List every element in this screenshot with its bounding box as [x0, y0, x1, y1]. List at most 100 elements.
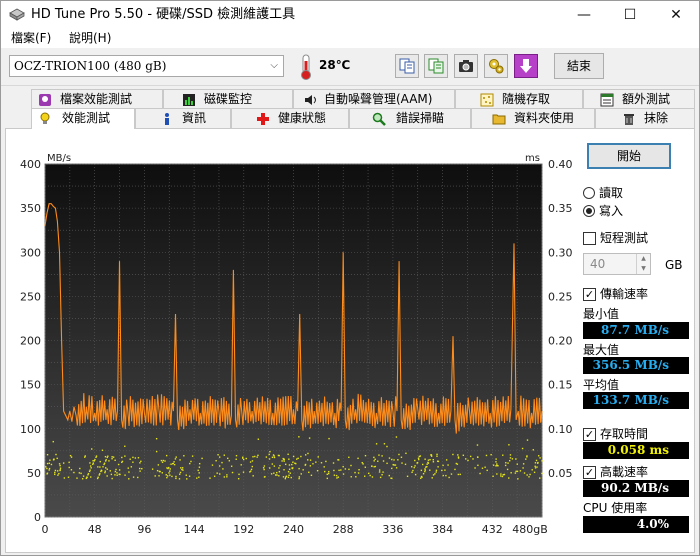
menu-help[interactable]: 說明(H) — [69, 30, 111, 47]
access-time-point — [300, 455, 302, 458]
access-time-point — [481, 467, 484, 469]
maximize-button[interactable]: ☐ — [607, 1, 653, 29]
access-time-point — [116, 474, 118, 476]
copy-all-button[interactable] — [424, 54, 448, 78]
access-time-point — [509, 457, 512, 459]
copy-info-button[interactable] — [395, 54, 419, 78]
x-tick-label: 0 — [42, 523, 49, 536]
access-time-point — [269, 450, 271, 453]
x-tick-label: 432 — [482, 523, 503, 536]
access-time-point — [156, 469, 159, 472]
access-time-point — [279, 464, 281, 467]
access-time-point — [165, 454, 168, 457]
options-button[interactable] — [484, 54, 508, 78]
access-time-point — [105, 459, 107, 461]
write-radio[interactable] — [583, 205, 595, 217]
save-button[interactable] — [514, 54, 538, 78]
access-time-point — [531, 469, 533, 471]
access-time-point — [427, 459, 430, 461]
access-time-point — [183, 455, 185, 457]
access-time-point — [216, 472, 218, 474]
access-time-point — [180, 467, 182, 469]
access-time-point — [307, 459, 309, 461]
access-time-point — [73, 471, 75, 474]
access-time-point — [164, 460, 166, 462]
left-unit-label: MB/s — [47, 153, 71, 164]
access-time-point — [517, 478, 519, 480]
tab-extra-tests[interactable]: 額外測試 — [583, 89, 695, 109]
tab-label: 資料夾使用 — [514, 111, 575, 125]
access-time-point — [424, 470, 426, 473]
access-time-point — [379, 476, 382, 479]
access-time-point — [419, 477, 422, 479]
drive-select[interactable]: OCZ-TRION100 (480 gB) ⌵ — [9, 55, 284, 77]
tab-benchmark[interactable]: 效能測試 — [31, 108, 135, 129]
access-time-point — [134, 457, 137, 459]
access-time-point — [393, 459, 395, 461]
tab-file-benchmark[interactable]: 檔案效能測試 — [31, 89, 163, 109]
access-time-point — [425, 466, 427, 468]
access-time-point — [445, 459, 448, 461]
tab-row-top: 檔案效能測試 磁碟監控 自動噪聲管理(AAM) 隨機存取 額外測試 — [1, 89, 699, 110]
short-size-spinner[interactable]: 40 ▲ ▼ — [583, 253, 651, 275]
access-time-point — [534, 462, 537, 464]
menu-file[interactable]: 檔案(F) — [11, 30, 51, 47]
access-time-point — [484, 466, 486, 468]
access-time-point — [326, 477, 328, 480]
access-time-point — [198, 476, 200, 478]
tab-health[interactable]: 健康狀態 — [231, 108, 349, 128]
min-label: 最小值 — [583, 307, 620, 321]
access-time-checkbox[interactable]: ✓ — [583, 428, 596, 441]
access-time-point — [53, 458, 55, 460]
chart-svg: 0 48 96 144 192 240 288 336 384 432 480gB 0 50 100 150… — [20, 153, 573, 536]
access-time-point — [237, 477, 240, 480]
access-time-point — [228, 460, 231, 462]
tab-folder-usage[interactable]: 資料夾使用 — [471, 108, 595, 128]
access-time-point — [378, 471, 381, 473]
exit-button[interactable]: 結束 — [554, 53, 604, 79]
access-time-point — [211, 464, 214, 466]
access-time-point — [519, 470, 522, 472]
screenshot-button[interactable] — [454, 54, 478, 78]
tab-erase[interactable]: 抹除 — [595, 108, 695, 128]
spinner-arrows-icon[interactable]: ▲ ▼ — [636, 254, 650, 274]
x-tick-label: 144 — [184, 523, 205, 536]
access-time-point — [541, 460, 543, 462]
tab-error-scan[interactable]: 錯誤掃瞄 — [349, 108, 471, 128]
access-time-point — [107, 455, 109, 457]
tab-random-access[interactable]: 隨機存取 — [455, 89, 583, 109]
access-time-point — [273, 465, 276, 467]
access-time-point — [101, 449, 104, 451]
access-time-point — [80, 472, 82, 475]
copy-green-icon — [428, 58, 444, 74]
access-time-point — [335, 474, 338, 477]
short-test-label: 短程測試 — [600, 231, 649, 245]
read-radio[interactable] — [583, 187, 595, 199]
access-time-point — [128, 478, 130, 480]
tab-aam[interactable]: 自動噪聲管理(AAM) — [293, 89, 455, 109]
start-button[interactable]: 開始 — [587, 143, 671, 169]
transfer-rate-checkbox[interactable]: ✓ — [583, 288, 596, 301]
burst-rate-checkbox[interactable]: ✓ — [583, 466, 596, 479]
access-time-point — [198, 462, 201, 465]
tab-disk-monitor[interactable]: 磁碟監控 — [163, 89, 293, 109]
access-time-point — [165, 474, 167, 476]
tab-info[interactable]: 資訊 — [135, 108, 231, 128]
minimize-button[interactable]: — — [561, 1, 607, 29]
access-time-point — [56, 457, 58, 460]
access-time-point — [111, 457, 113, 460]
access-time-point — [364, 466, 367, 468]
access-time-point — [57, 474, 59, 476]
access-time-point — [219, 473, 221, 475]
access-time-point — [118, 473, 120, 476]
access-time-point — [178, 478, 181, 480]
access-time-point — [48, 462, 51, 464]
access-time-point — [118, 469, 121, 471]
access-time-point — [427, 461, 429, 464]
access-time-point — [292, 461, 294, 463]
short-test-checkbox[interactable] — [583, 232, 596, 245]
title-bar[interactable]: HD Tune Pro 5.50 - 硬碟/SSD 檢測維護工具 — ☐ ✕ — [1, 1, 699, 29]
access-time-point — [424, 469, 426, 471]
access-time-point — [130, 466, 133, 468]
close-button[interactable]: ✕ — [653, 1, 699, 29]
